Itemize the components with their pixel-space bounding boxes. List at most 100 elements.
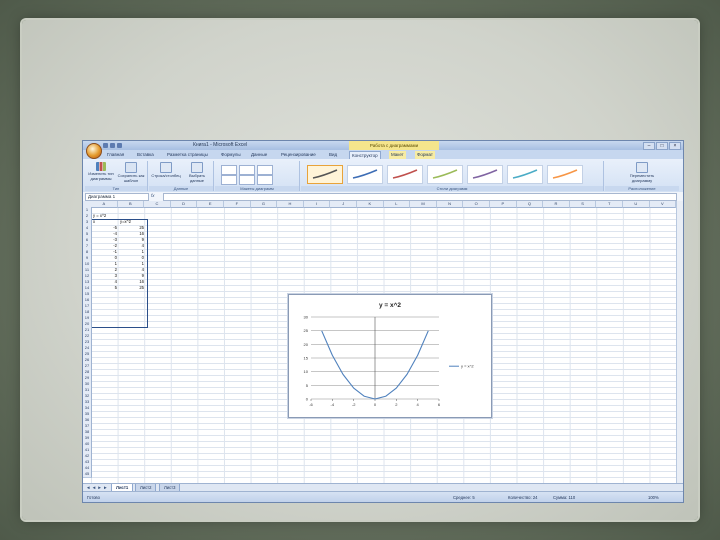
column-header-p[interactable]: P [490, 201, 517, 208]
column-header-b[interactable]: B [117, 201, 145, 208]
y-tick-label: 5 [306, 383, 309, 388]
quick-access-toolbar [103, 143, 133, 148]
y-tick-label: 0 [306, 397, 309, 402]
column-header-r[interactable]: R [543, 201, 570, 208]
window-controls: – □ × [642, 142, 681, 150]
tab-page-layout[interactable]: Разметка страницы [167, 151, 208, 159]
y-tick-label: 25 [304, 328, 309, 333]
chart-style-swatch[interactable] [427, 165, 463, 184]
column-header-s[interactable]: S [569, 201, 597, 208]
group-data: Строка/столбец Выбрать данные Данные [149, 161, 214, 191]
tab-format[interactable]: Формат [415, 151, 435, 159]
column-header-d[interactable]: D [170, 201, 198, 208]
change-chart-type-button[interactable]: Изменить тип диаграммы [87, 162, 115, 181]
switch-row-column-icon [160, 162, 172, 173]
layout-thumb-6[interactable] [257, 175, 273, 185]
status-average: Среднее: 5 [453, 495, 475, 500]
column-header-u[interactable]: U [623, 201, 650, 208]
chart-type-icon [96, 162, 106, 171]
name-box[interactable]: Диаграмма 1 [85, 193, 149, 201]
layout-thumb-3[interactable] [257, 165, 273, 175]
column-header-e[interactable]: E [197, 201, 224, 208]
y-tick-label: 15 [304, 356, 309, 361]
layout-thumb-5[interactable] [239, 175, 255, 185]
chart-style-swatch[interactable] [347, 165, 383, 184]
layout-thumb-4[interactable] [221, 175, 237, 185]
chart-style-swatch[interactable] [507, 165, 543, 184]
move-chart-icon [636, 162, 648, 173]
column-header-l[interactable]: L [383, 201, 411, 208]
office-button[interactable] [86, 143, 102, 159]
fx-icon[interactable]: fx [151, 193, 155, 198]
group-chart-styles: Стили диаграмм [301, 161, 604, 191]
status-sum: Сумма: 110 [553, 495, 576, 500]
column-header-g[interactable]: G [250, 201, 278, 208]
zoom-level[interactable]: 100% [648, 495, 659, 500]
layout-thumb-2[interactable] [239, 165, 255, 175]
select-data-button[interactable]: Выбрать данные [183, 162, 211, 183]
sheet-nav-arrows-icon[interactable]: ◄ ◄ ► ► [86, 485, 108, 490]
status-bar: Готово Среднее: 5 Количество: 24 Сумма: … [83, 491, 683, 502]
select-data-icon [191, 162, 203, 173]
selected-range [91, 219, 148, 328]
tab-data[interactable]: Данные [251, 151, 267, 159]
y-tick-label: 30 [304, 315, 309, 320]
vertical-scrollbar[interactable] [676, 201, 683, 483]
title-bar: Книга1 - Microsoft Excel Работа с диагра… [83, 141, 683, 150]
switch-row-column-button[interactable]: Строка/столбец [151, 162, 181, 179]
chart-style-swatch[interactable] [547, 165, 583, 184]
tab-layout[interactable]: Макет [389, 151, 406, 159]
chart-tools-context-title: Работа с диаграммами [349, 141, 439, 150]
tab-review[interactable]: Рецензирование [281, 151, 316, 159]
column-header-h[interactable]: H [277, 201, 304, 208]
chart-object[interactable]: y = x^2 0 5 10 15 20 25 30 -6 -4 -2 0 2 4 6 y = x^2 [288, 294, 492, 418]
chart-plot: 0 5 10 15 20 25 30 -6 -4 -2 0 2 4 6 y = x^2 [304, 315, 475, 408]
x-tick-label: 0 [374, 402, 377, 407]
group-type: Изменить тип диаграммы Сохранить как шаб… [85, 161, 148, 191]
tab-home[interactable]: Главная [107, 151, 124, 159]
move-chart-button[interactable]: Переместить диаграмму [625, 162, 659, 183]
group-chart-layouts: Макеты диаграмм [215, 161, 300, 191]
save-as-template-label: Сохранить как шаблон [117, 173, 145, 183]
group-data-label: Данные [149, 186, 213, 191]
tab-view[interactable]: Вид [329, 151, 337, 159]
column-header-f[interactable]: F [224, 201, 251, 208]
column-header-m[interactable]: M [410, 201, 437, 208]
close-button[interactable]: × [669, 142, 681, 150]
redo-icon[interactable] [117, 143, 122, 148]
save-as-template-button[interactable]: Сохранить как шаблон [117, 162, 145, 183]
x-tick-label: 2 [395, 402, 398, 407]
group-chart-styles-label: Стили диаграмм [301, 186, 603, 191]
tab-formulas[interactable]: Формулы [221, 151, 241, 159]
y-tick-label: 20 [304, 342, 309, 347]
column-header-i[interactable]: I [303, 201, 331, 208]
excel-window: Книга1 - Microsoft Excel Работа с диагра… [82, 140, 684, 503]
minimize-button[interactable]: – [643, 142, 655, 150]
column-header-n[interactable]: N [436, 201, 464, 208]
chart-style-swatch[interactable] [467, 165, 503, 184]
x-tick-label: 4 [417, 402, 420, 407]
chart-style-swatch[interactable] [307, 165, 343, 184]
column-header-q[interactable]: Q [516, 201, 544, 208]
column-header-a[interactable]: A [91, 201, 118, 208]
column-header-v[interactable]: V [649, 201, 677, 208]
status-count: Количество: 24 [508, 495, 538, 500]
x-tick-label: 6 [438, 402, 441, 407]
x-tick-label: -4 [331, 402, 335, 407]
chart-style-swatch[interactable] [387, 165, 423, 184]
column-header-t[interactable]: T [596, 201, 623, 208]
column-header-k[interactable]: K [357, 201, 384, 208]
tab-insert[interactable]: Вставка [137, 151, 154, 159]
formula-input[interactable] [163, 193, 677, 201]
undo-icon[interactable] [110, 143, 115, 148]
row-header-45[interactable]: 45 [83, 471, 92, 478]
column-header-c[interactable]: C [144, 201, 171, 208]
layout-thumb-1[interactable] [221, 165, 237, 175]
column-header-j[interactable]: J [330, 201, 357, 208]
group-type-label: Тип [85, 186, 147, 191]
switch-row-column-label: Строка/столбец [151, 173, 181, 178]
y-tick-label: 10 [304, 369, 309, 374]
column-header-o[interactable]: O [463, 201, 490, 208]
maximize-button[interactable]: □ [656, 142, 668, 150]
save-icon[interactable] [103, 143, 108, 148]
